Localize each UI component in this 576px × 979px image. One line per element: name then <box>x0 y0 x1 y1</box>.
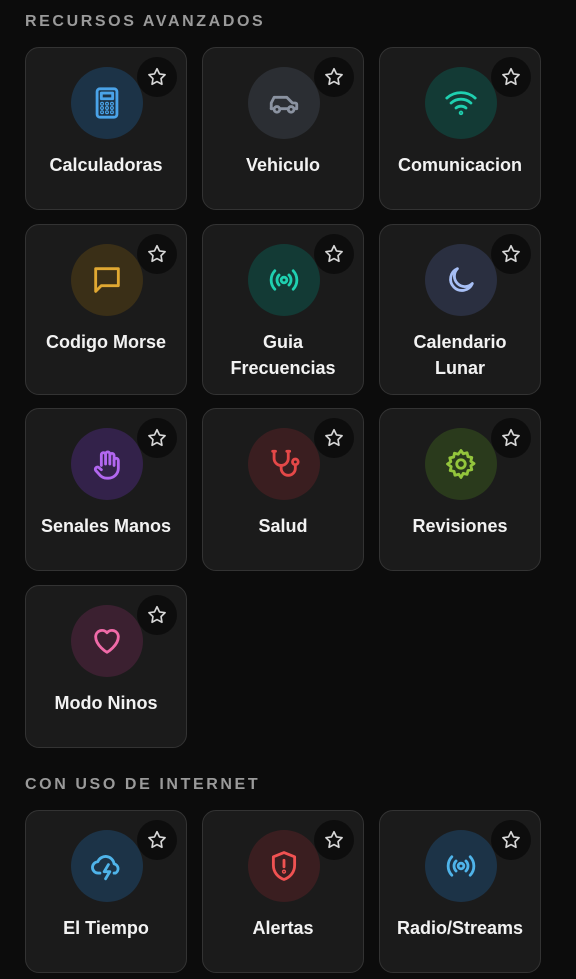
moon-icon <box>425 244 497 316</box>
tile-label: Senales Manos <box>40 516 172 536</box>
favorite-star-button[interactable] <box>491 418 531 458</box>
favorite-star-button[interactable] <box>137 418 177 458</box>
star-icon <box>325 67 343 86</box>
tile-vehiculo[interactable]: Vehiculo <box>202 47 364 210</box>
shield-alert-icon <box>248 830 320 902</box>
tile-label: Guia Frecuencias <box>230 332 336 378</box>
tile-revisiones[interactable]: Revisiones <box>379 408 541 571</box>
tile-label: El Tiempo <box>63 918 149 938</box>
hand-icon <box>71 428 143 500</box>
calculator-icon <box>71 67 143 139</box>
favorite-star-button[interactable] <box>137 820 177 860</box>
favorite-star-button[interactable] <box>314 234 354 274</box>
tile-senales-manos[interactable]: Senales Manos <box>25 408 187 571</box>
star-icon <box>148 605 166 624</box>
star-icon <box>502 244 520 263</box>
car-icon <box>248 67 320 139</box>
message-square-icon <box>71 244 143 316</box>
tile-calculadoras[interactable]: Calculadoras <box>25 47 187 210</box>
favorite-star-button[interactable] <box>314 57 354 97</box>
tile-comunicacion[interactable]: Comunicacion <box>379 47 541 210</box>
favorite-star-button[interactable] <box>314 418 354 458</box>
tile-el-tiempo[interactable]: El Tiempo <box>25 810 187 973</box>
tile-guia-frecuencias[interactable]: Guia Frecuencias <box>202 224 364 395</box>
tile-label: Calculadoras <box>49 155 163 175</box>
favorite-star-button[interactable] <box>137 234 177 274</box>
tile-modo-ninos[interactable]: Modo Ninos <box>25 585 187 748</box>
section-title-advanced: RECURSOS AVANZADOS <box>25 13 266 30</box>
section-title-internet: CON USO DE INTERNET <box>25 776 261 793</box>
star-icon <box>148 67 166 86</box>
tile-salud[interactable]: Salud <box>202 408 364 571</box>
tile-label: Codigo Morse <box>46 332 166 352</box>
stethoscope-icon <box>248 428 320 500</box>
tile-label: Salud <box>258 516 308 536</box>
tile-label: Modo Ninos <box>54 693 158 713</box>
favorite-star-button[interactable] <box>314 820 354 860</box>
tile-label: Comunicacion <box>397 155 522 175</box>
favorite-star-button[interactable] <box>491 57 531 97</box>
favorite-star-button[interactable] <box>491 234 531 274</box>
gear-icon <box>425 428 497 500</box>
tile-codigo-morse[interactable]: Codigo Morse <box>25 224 187 395</box>
tile-calendario-lunar[interactable]: Calendario Lunar <box>379 224 541 395</box>
tile-label: Radio/Streams <box>396 918 524 938</box>
star-icon <box>502 830 520 849</box>
cloud-lightning-icon <box>71 830 143 902</box>
star-icon <box>148 428 166 447</box>
tile-label: Calendario Lunar <box>413 332 507 378</box>
heart-icon <box>71 605 143 677</box>
tile-alertas[interactable]: Alertas <box>202 810 364 973</box>
star-icon <box>325 244 343 263</box>
star-icon <box>502 67 520 86</box>
favorite-star-button[interactable] <box>137 595 177 635</box>
star-icon <box>325 428 343 447</box>
star-icon <box>148 830 166 849</box>
star-icon <box>325 830 343 849</box>
radio-broadcast-icon <box>425 830 497 902</box>
tile-radio-streams[interactable]: Radio/Streams <box>379 810 541 973</box>
tile-label: Alertas <box>252 918 314 938</box>
wifi-icon <box>425 67 497 139</box>
favorite-star-button[interactable] <box>491 820 531 860</box>
tile-label: Revisiones <box>412 516 508 536</box>
tile-label: Vehiculo <box>245 155 321 175</box>
star-icon <box>502 428 520 447</box>
star-icon <box>148 244 166 263</box>
radio-broadcast-icon <box>248 244 320 316</box>
favorite-star-button[interactable] <box>137 57 177 97</box>
